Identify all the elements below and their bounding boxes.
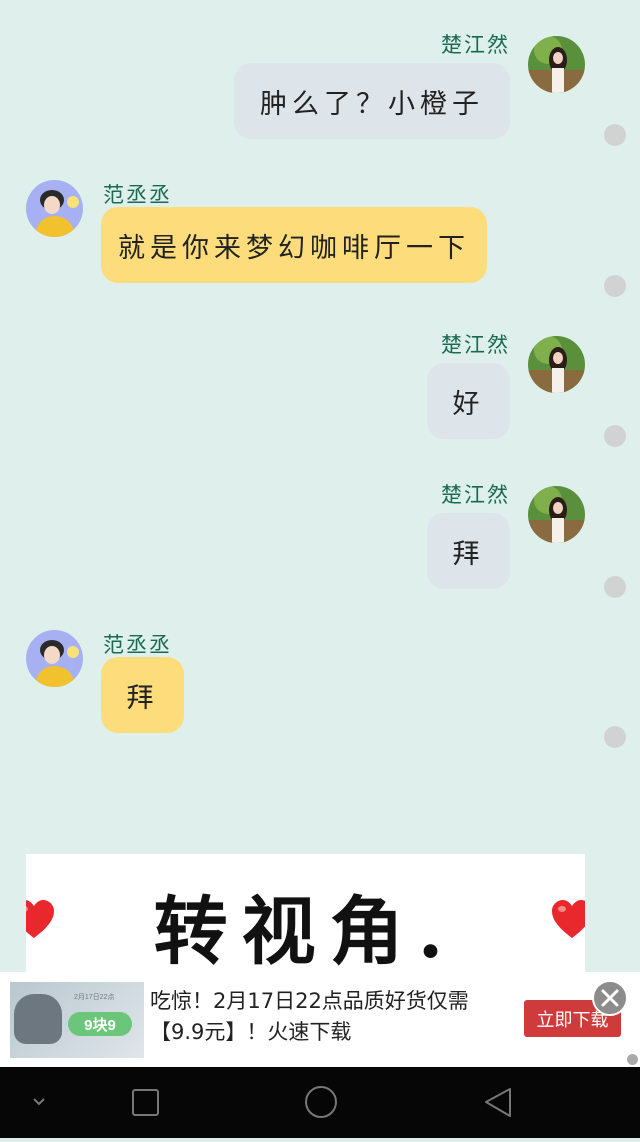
nav-recents-icon[interactable]: [105, 1067, 185, 1138]
message-bubble[interactable]: 就是你来梦幻咖啡厅一下: [101, 207, 487, 283]
read-indicator: [604, 425, 626, 447]
message-bubble[interactable]: 拜: [427, 513, 510, 589]
pillow-image: [14, 994, 62, 1044]
ad-info-icon[interactable]: [627, 1054, 638, 1065]
sender-name: 楚江然: [441, 483, 510, 507]
banner-text: 转视角.: [153, 889, 458, 974]
nav-menu-icon[interactable]: [0, 1067, 80, 1138]
ad-thumb-caption: 2月17日22点: [74, 994, 115, 1001]
ad-banner[interactable]: 2月17日22点 9块9 吃惊！2月17日22点品质好货仅需【9.9元】！火速下…: [0, 972, 640, 1067]
ad-price-badge: 9块9: [68, 1012, 132, 1036]
scene-change-banner: 转视角.: [26, 854, 585, 974]
heart-icon: [26, 898, 56, 942]
message-bubble[interactable]: 肿么了？小橙子: [234, 63, 510, 139]
message-bubble[interactable]: 好: [427, 363, 510, 439]
sender-name: 楚江然: [441, 33, 510, 57]
message-bubble[interactable]: 拜: [101, 657, 184, 733]
read-indicator: [604, 576, 626, 598]
avatar-female[interactable]: [528, 486, 585, 543]
nav-home-icon[interactable]: [281, 1067, 361, 1138]
avatar-female[interactable]: [528, 36, 585, 93]
heart-icon: [550, 898, 585, 942]
read-indicator: [604, 124, 626, 146]
read-indicator: [604, 726, 626, 748]
system-navbar: [0, 1067, 640, 1138]
sender-name: 范丞丞: [103, 183, 172, 207]
avatar-male[interactable]: [26, 630, 83, 687]
chat-area: 楚江然 肿么了？小橙子 范丞丞 就是你来梦幻咖啡厅一下 楚江然 好 楚江然 拜 …: [0, 0, 640, 850]
avatar-female[interactable]: [528, 336, 585, 393]
ad-text[interactable]: 吃惊！2月17日22点品质好货仅需【9.9元】！火速下载: [150, 986, 500, 1048]
sender-name: 楚江然: [441, 333, 510, 357]
avatar-male[interactable]: [26, 180, 83, 237]
ad-thumbnail[interactable]: 2月17日22点 9块9: [10, 982, 144, 1058]
sender-name: 范丞丞: [103, 633, 172, 657]
close-icon[interactable]: [592, 980, 628, 1016]
nav-back-icon[interactable]: [458, 1067, 538, 1138]
read-indicator: [604, 275, 626, 297]
